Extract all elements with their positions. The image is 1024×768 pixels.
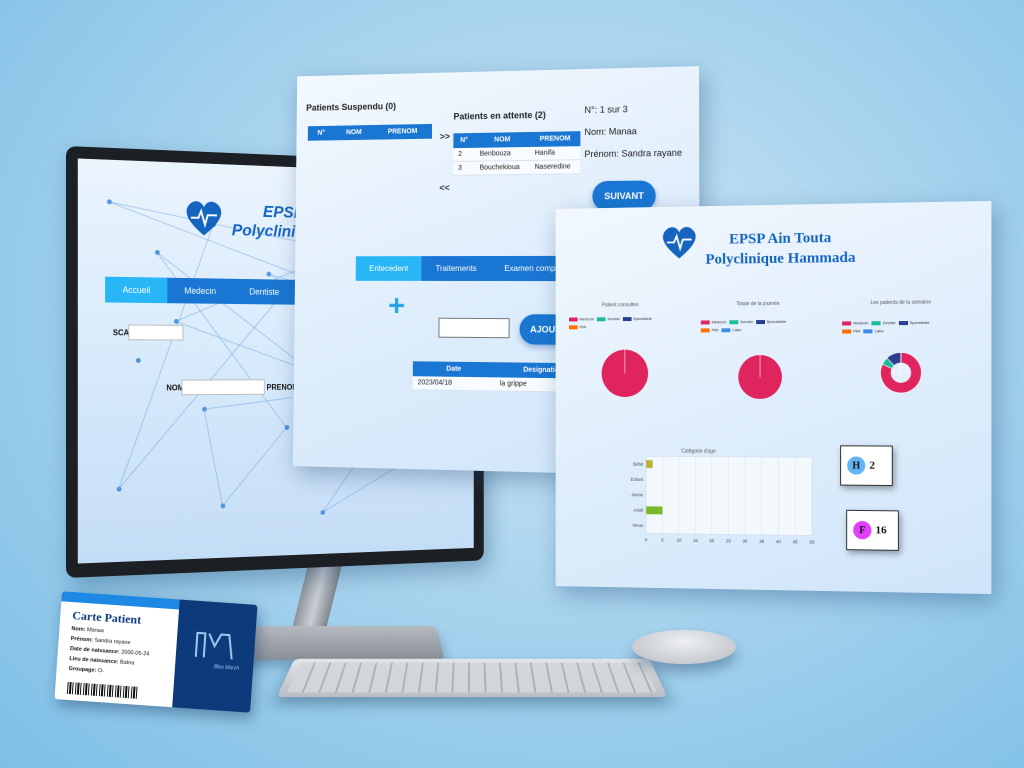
bar-caption: Catégorie d'age	[681, 448, 716, 455]
suspended-table: N° NOM PRENOM	[307, 123, 433, 141]
waiting-table: N° NOM PRENOM 2 Benbouza Hanifa 3 Bouche…	[453, 131, 581, 176]
waiting-col-n: N°	[453, 132, 475, 149]
suspended-col-nom: NOM	[334, 125, 374, 141]
card-nom-label: Nom:	[71, 626, 86, 634]
bar-x-tick: 30	[743, 539, 748, 544]
bar-x-tick: 5	[661, 537, 664, 542]
network-node	[135, 358, 141, 363]
network-link	[203, 409, 224, 507]
female-count: 16	[875, 524, 887, 537]
bar-x-tick: 40	[776, 539, 782, 544]
bar-y-tick: Jeune	[631, 492, 643, 497]
card-brand-text: Bleu March	[213, 664, 240, 672]
history-row-date: 2023/04/18	[412, 376, 495, 391]
nav-dentiste[interactable]: Dentiste	[233, 279, 296, 305]
scan-input[interactable]	[128, 324, 184, 341]
table-row[interactable]: 3 Bouchekioua Naseredine	[453, 159, 581, 176]
bar-x-tick: 50	[809, 539, 815, 544]
card-prenom: Sandra rayane	[94, 637, 131, 647]
card-nom: Manaa	[86, 627, 104, 635]
history-col-date: Date	[412, 361, 496, 378]
bleu-march-logo-icon	[194, 631, 233, 660]
waiting-title: Patients en attente (2)	[453, 109, 546, 122]
card-lieu: Batna	[119, 659, 135, 667]
dashboard-panel: EPSP Ain Touta Polyclinique Hammada Pati…	[555, 200, 992, 595]
suspended-col-n: N°	[307, 125, 335, 141]
waiting-row-n: 2	[453, 147, 475, 162]
card-prenom-label: Prénom:	[70, 636, 94, 644]
bar-x-tick: 10	[676, 538, 681, 543]
nom-input[interactable]	[181, 379, 265, 396]
card-date: 2000-05-24	[121, 649, 150, 658]
patient-nom: Nom: Manaa	[584, 126, 637, 138]
bar	[646, 506, 663, 515]
patient-card: Bleu March Carte Patient Nom: Manaa Prén…	[54, 591, 258, 713]
suspended-title: Patients Suspendu (0)	[306, 101, 397, 113]
patient-counter: N°: 1 sur 3	[584, 104, 628, 116]
tab-bar: Entecedent Traitements Examen complém	[355, 255, 583, 282]
entecedent-input[interactable]	[438, 317, 510, 339]
move-left-button[interactable]: <<	[439, 183, 449, 193]
waiting-row-n: 3	[453, 161, 475, 176]
bar-y-tick: Vieux	[632, 523, 644, 528]
waiting-row-nom: Benbouza	[474, 146, 530, 162]
bar-x-tick: 15	[693, 538, 698, 543]
bar-y-tick: Bébé	[633, 461, 644, 466]
monitor-stand-neck	[291, 562, 343, 632]
move-right-button[interactable]: >>	[440, 131, 450, 141]
tab-traitements[interactable]: Traitements	[422, 256, 491, 281]
waiting-col-prenom: PRENOM	[529, 131, 581, 147]
female-badge: F	[853, 520, 872, 540]
nav-medecin[interactable]: Medecin	[167, 278, 232, 304]
bar-x-tick: 20	[709, 538, 714, 543]
waiting-row-prenom: Hanifa	[529, 146, 581, 161]
keyboard-keys	[287, 662, 657, 693]
heart-logo-icon	[186, 200, 222, 236]
male-count: 2	[869, 459, 875, 472]
dashboard-charts: 0 5 10 15 20 25 30 35 40 45 50 Bébé Enfant Jeune Adult…	[601, 201, 992, 545]
tab-entecedent[interactable]: Entecedent	[355, 256, 422, 281]
keyboard	[276, 658, 668, 698]
patient-prenom: Prénom: Sandra rayane	[584, 147, 683, 160]
suspended-col-prenom: PRENOM	[373, 123, 433, 140]
bar-x-tick: 45	[793, 539, 799, 544]
card-date-label: Date de naissance:	[69, 646, 120, 656]
waiting-col-nom: NOM	[474, 132, 530, 148]
mouse	[632, 630, 736, 664]
card-title: Carte Patient	[71, 608, 142, 627]
card-groupage-label: Groupage:	[68, 665, 97, 674]
nav-accueil[interactable]: Accueil	[105, 276, 168, 304]
bar-plot-area	[646, 456, 812, 535]
bar	[646, 460, 653, 469]
waiting-row-nom: Bouchekioua	[474, 160, 530, 176]
bar-x-tick: 0	[645, 537, 648, 542]
card-groupage: O-	[97, 667, 105, 675]
bar-y-tick: Adult	[633, 508, 644, 513]
female-count-card: F 16	[846, 509, 899, 551]
card-brand-panel: Bleu March	[172, 599, 258, 713]
bar-x-tick: 35	[759, 539, 765, 544]
male-count-card: H 2	[840, 445, 893, 487]
card-lieu-label: Lieu de naissance:	[69, 655, 119, 666]
bar-y-tick: Enfant	[631, 477, 644, 482]
monitor-stand-base	[235, 625, 445, 660]
plus-icon[interactable]: +	[388, 290, 405, 323]
network-link	[222, 427, 287, 507]
waiting-row-prenom: Naseredine	[529, 159, 581, 175]
bar-x-tick: 25	[726, 538, 731, 543]
barcode	[66, 681, 140, 699]
male-badge: H	[847, 456, 866, 475]
